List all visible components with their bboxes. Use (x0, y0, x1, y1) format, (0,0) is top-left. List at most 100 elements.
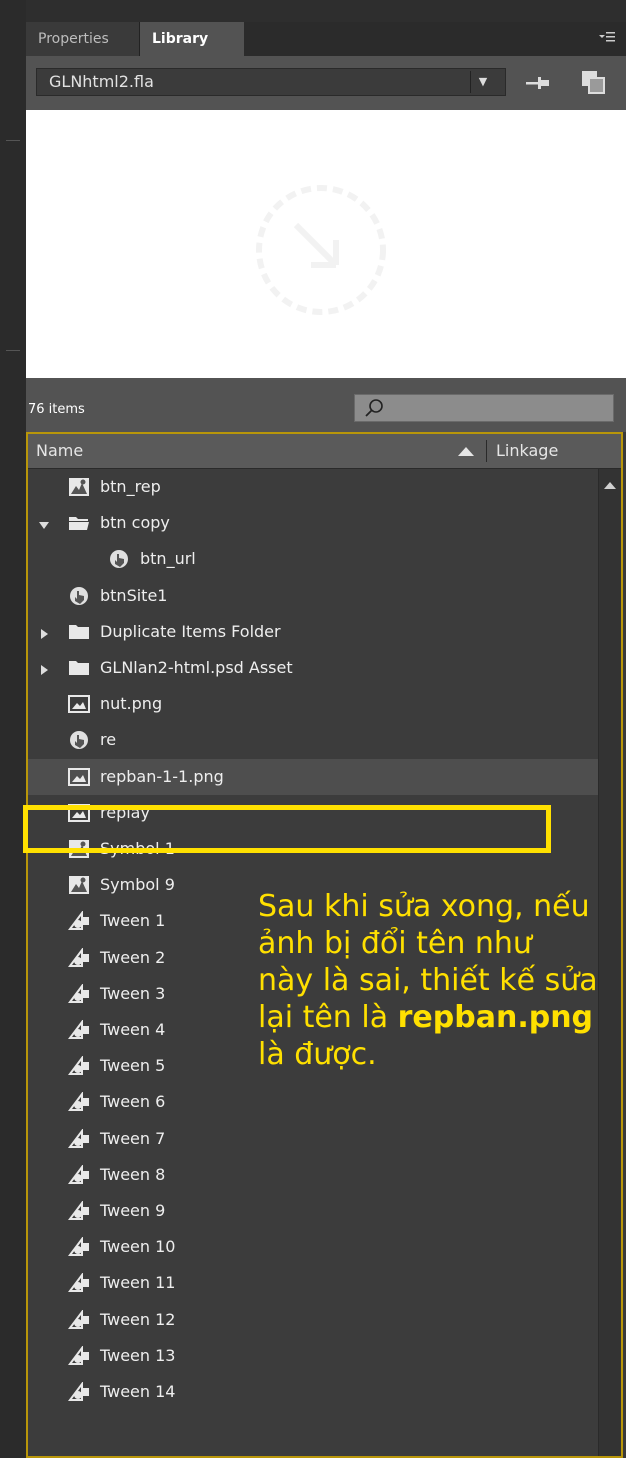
panel-tabs: Properties Library (26, 22, 626, 56)
list-item-label: Symbol 9 (100, 875, 175, 895)
list-item-label: Tween 4 (100, 1020, 166, 1039)
list-item[interactable]: Tween 13 (28, 1338, 598, 1374)
column-linkage-header[interactable]: Linkage (496, 441, 558, 460)
new-library-panel-icon[interactable] (580, 69, 606, 95)
panel-title-bar (26, 0, 626, 22)
preview-graphic-icon (256, 185, 386, 315)
list-item-label: repban-1-1.png (100, 766, 224, 786)
chevron-down-icon[interactable]: ▼ (470, 71, 495, 93)
list-item[interactable]: Tween 8 (28, 1157, 598, 1193)
tab-library[interactable]: Library (140, 22, 244, 56)
list-item-label: Tween 8 (100, 1164, 166, 1184)
list-item-label: GLNlan2-html.psd Asset (100, 658, 293, 677)
library-toolbar: GLNhtml2.fla ▼ (26, 56, 626, 110)
symbol-preview (26, 110, 626, 378)
list-item[interactable]: GLNlan2-html.psd Asset (28, 650, 598, 686)
list-item[interactable]: Tween 7 (28, 1121, 598, 1157)
dock-divider (6, 350, 20, 351)
list-item[interactable]: Tween 11 (28, 1265, 598, 1301)
tab-properties[interactable]: Properties (26, 22, 140, 56)
graphic-symbol-icon (68, 910, 90, 931)
list-item-label: Tween 3 (100, 983, 166, 1003)
list-item-label: Tween 1 (100, 911, 166, 931)
list-item-label: btn_url (140, 549, 196, 569)
list-item[interactable]: Tween 9 (28, 1193, 598, 1229)
list-item-label: Tween 7 (100, 1128, 166, 1148)
list-item-label: Tween 10 (100, 1237, 176, 1257)
movieclip-icon (68, 875, 90, 895)
list-item[interactable]: btn_url (28, 541, 598, 577)
graphic-symbol-icon (68, 1091, 90, 1112)
list-item-label: btnSite1 (100, 585, 168, 605)
column-name-header[interactable]: Name (36, 441, 83, 460)
bitmap-icon (68, 767, 90, 787)
list-item-label: Tween 14 (100, 1382, 176, 1401)
list-item-label: Tween 5 (100, 1056, 166, 1076)
graphic-symbol-icon (68, 1055, 90, 1076)
graphic-symbol-icon (68, 1344, 90, 1366)
annotation-line: Sau khi sửa xong, nếu (258, 889, 590, 924)
library-file-name: GLNhtml2.fla (49, 72, 154, 91)
bitmap-icon (68, 694, 90, 714)
panel-menu-icon[interactable] (598, 30, 616, 46)
graphic-symbol-icon (68, 1381, 90, 1402)
list-item[interactable]: Duplicate Items Folder (28, 614, 598, 650)
folder-icon (68, 622, 90, 642)
list-item-label: re (100, 730, 117, 750)
list-item-label: Duplicate Items Folder (100, 621, 281, 641)
column-divider[interactable] (486, 440, 487, 462)
graphic-symbol-icon (68, 1236, 90, 1257)
list-item-label: Tween 13 (100, 1345, 176, 1365)
annotation-line: ảnh bị đổi tên như (258, 926, 532, 961)
expanded-arrow-icon[interactable] (38, 516, 50, 530)
graphic-symbol-icon (68, 1127, 90, 1149)
button-symbol-icon (68, 730, 90, 750)
library-file-select[interactable]: GLNhtml2.fla (36, 68, 506, 96)
annotation-note: Sau khi sửa xong, nếu ảnh bị đổi tên như… (258, 888, 626, 1073)
annotation-text: lại tên là (258, 1000, 398, 1035)
list-item-label: Tween 9 (100, 1201, 166, 1220)
scroll-up-icon[interactable] (604, 481, 616, 489)
graphic-symbol-icon (68, 946, 90, 968)
dock-divider (6, 140, 20, 141)
list-item[interactable]: repban-1-1.png (28, 758, 598, 795)
graphic-symbol-icon (68, 1200, 90, 1221)
open-folder-icon (68, 513, 90, 533)
list-item-label: Tween 11 (100, 1273, 176, 1293)
list-item-label: btn copy (100, 513, 170, 533)
list-item-label: Tween 2 (100, 947, 166, 967)
annotation-filename: repban.png (397, 1000, 594, 1035)
list-item[interactable]: btn copy (28, 505, 598, 541)
collapsed-arrow-icon[interactable] (38, 625, 50, 639)
item-count: 76 items (28, 402, 85, 417)
movieclip-icon (68, 477, 90, 497)
list-item[interactable]: btn_rep (28, 469, 598, 505)
annotation-line: lại tên là repban.png (258, 999, 626, 1036)
list-item[interactable]: Tween 6 (28, 1084, 598, 1120)
sort-ascending-icon[interactable] (458, 446, 474, 456)
list-item-label: nut.png (100, 694, 163, 714)
list-item[interactable]: re (28, 722, 598, 758)
list-item[interactable]: Tween 14 (28, 1374, 598, 1410)
list-item[interactable]: Tween 10 (28, 1229, 598, 1265)
graphic-symbol-icon (68, 1163, 90, 1185)
list-item[interactable]: Tween 12 (28, 1302, 598, 1338)
collapsed-arrow-icon[interactable] (38, 661, 50, 675)
graphic-symbol-icon (68, 982, 90, 1004)
annotation-line: này là sai, thiết kế sửa (258, 963, 598, 998)
library-search-input[interactable] (354, 394, 614, 422)
list-item-label: Tween 12 (100, 1309, 176, 1329)
folder-icon (68, 658, 90, 678)
library-count-bar: 76 items (26, 378, 626, 432)
search-icon (365, 399, 383, 417)
button-symbol-icon (108, 549, 130, 569)
list-item[interactable]: btnSite1 (28, 578, 598, 614)
left-dock-strip (0, 0, 26, 1458)
pin-library-icon[interactable] (524, 73, 552, 93)
annotation-line: là được. (258, 1037, 377, 1072)
list-item[interactable]: nut.png (28, 686, 598, 722)
graphic-symbol-icon (68, 1019, 90, 1040)
list-item-label: btn_rep (100, 477, 161, 496)
list-item-label: Tween 6 (100, 1092, 166, 1112)
graphic-symbol-icon (68, 1308, 90, 1330)
